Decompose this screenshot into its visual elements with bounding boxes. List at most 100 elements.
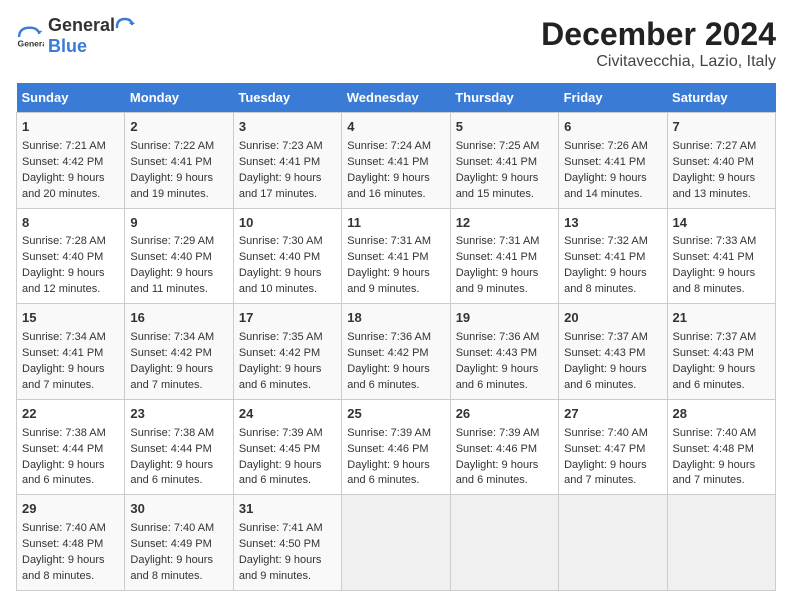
day-number: 5 (456, 118, 553, 137)
day-number: 16 (130, 309, 227, 328)
calendar-cell: 13Sunrise: 7:32 AMSunset: 4:41 PMDayligh… (559, 208, 667, 304)
calendar-cell: 28Sunrise: 7:40 AMSunset: 4:48 PMDayligh… (667, 399, 775, 495)
title-block: December 2024 Civitavecchia, Lazio, Ital… (541, 16, 776, 71)
day-number: 20 (564, 309, 661, 328)
day-number: 26 (456, 405, 553, 424)
cell-info: Daylight: 9 hours and 6 minutes. (239, 458, 336, 490)
calendar-cell: 29Sunrise: 7:40 AMSunset: 4:48 PMDayligh… (17, 495, 125, 591)
day-number: 29 (22, 500, 119, 519)
logo-text-blue: Blue (48, 36, 87, 56)
cell-info: Sunrise: 7:35 AM (239, 330, 336, 346)
cell-info: Daylight: 9 hours and 8 minutes. (22, 553, 119, 585)
cell-info: Daylight: 9 hours and 6 minutes. (22, 458, 119, 490)
calendar-cell: 10Sunrise: 7:30 AMSunset: 4:40 PMDayligh… (233, 208, 341, 304)
cell-info: Sunset: 4:41 PM (564, 250, 661, 266)
cell-info: Daylight: 9 hours and 6 minutes. (239, 362, 336, 394)
cell-info: Sunrise: 7:30 AM (239, 234, 336, 250)
cell-info: Sunrise: 7:21 AM (22, 139, 119, 155)
calendar-week-row: 15Sunrise: 7:34 AMSunset: 4:41 PMDayligh… (17, 304, 776, 400)
header-saturday: Saturday (667, 83, 775, 113)
cell-info: Sunset: 4:43 PM (673, 346, 770, 362)
cell-info: Daylight: 9 hours and 9 minutes. (347, 266, 444, 298)
cell-info: Daylight: 9 hours and 8 minutes. (564, 266, 661, 298)
cell-info: Sunrise: 7:31 AM (347, 234, 444, 250)
calendar-table: SundayMondayTuesdayWednesdayThursdayFrid… (16, 83, 776, 591)
cell-info: Daylight: 9 hours and 14 minutes. (564, 171, 661, 203)
cell-info: Sunrise: 7:23 AM (239, 139, 336, 155)
cell-info: Daylight: 9 hours and 6 minutes. (347, 362, 444, 394)
cell-info: Sunset: 4:41 PM (456, 250, 553, 266)
cell-info: Daylight: 9 hours and 20 minutes. (22, 171, 119, 203)
calendar-cell: 27Sunrise: 7:40 AMSunset: 4:47 PMDayligh… (559, 399, 667, 495)
calendar-cell: 26Sunrise: 7:39 AMSunset: 4:46 PMDayligh… (450, 399, 558, 495)
logo-icon: General (16, 23, 44, 51)
cell-info: Sunrise: 7:32 AM (564, 234, 661, 250)
logo-text-general: General (48, 16, 115, 37)
cell-info: Daylight: 9 hours and 6 minutes. (564, 362, 661, 394)
cell-info: Daylight: 9 hours and 6 minutes. (456, 458, 553, 490)
day-number: 11 (347, 214, 444, 233)
cell-info: Sunrise: 7:27 AM (673, 139, 770, 155)
calendar-week-row: 8Sunrise: 7:28 AMSunset: 4:40 PMDaylight… (17, 208, 776, 304)
cell-info: Daylight: 9 hours and 11 minutes. (130, 266, 227, 298)
day-number: 17 (239, 309, 336, 328)
cell-info: Sunrise: 7:40 AM (564, 426, 661, 442)
cell-info: Sunrise: 7:25 AM (456, 139, 553, 155)
cell-info: Daylight: 9 hours and 10 minutes. (239, 266, 336, 298)
cell-info: Sunrise: 7:26 AM (564, 139, 661, 155)
cell-info: Sunset: 4:41 PM (130, 155, 227, 171)
cell-info: Sunrise: 7:41 AM (239, 521, 336, 537)
cell-info: Sunrise: 7:24 AM (347, 139, 444, 155)
day-number: 24 (239, 405, 336, 424)
cell-info: Sunset: 4:48 PM (22, 537, 119, 553)
calendar-cell: 19Sunrise: 7:36 AMSunset: 4:43 PMDayligh… (450, 304, 558, 400)
header-wednesday: Wednesday (342, 83, 450, 113)
page-header: General General Blue December 2024 Civit… (16, 16, 776, 71)
calendar-cell (342, 495, 450, 591)
day-number: 31 (239, 500, 336, 519)
calendar-cell: 11Sunrise: 7:31 AMSunset: 4:41 PMDayligh… (342, 208, 450, 304)
cell-info: Sunset: 4:43 PM (564, 346, 661, 362)
day-number: 12 (456, 214, 553, 233)
cell-info: Sunset: 4:41 PM (564, 155, 661, 171)
cell-info: Daylight: 9 hours and 6 minutes. (673, 362, 770, 394)
day-number: 6 (564, 118, 661, 137)
cell-info: Sunset: 4:40 PM (130, 250, 227, 266)
cell-info: Sunrise: 7:22 AM (130, 139, 227, 155)
cell-info: Sunset: 4:42 PM (347, 346, 444, 362)
day-number: 1 (22, 118, 119, 137)
cell-info: Daylight: 9 hours and 6 minutes. (130, 458, 227, 490)
cell-info: Daylight: 9 hours and 7 minutes. (130, 362, 227, 394)
cell-info: Sunset: 4:42 PM (22, 155, 119, 171)
cell-info: Daylight: 9 hours and 6 minutes. (347, 458, 444, 490)
calendar-cell: 14Sunrise: 7:33 AMSunset: 4:41 PMDayligh… (667, 208, 775, 304)
cell-info: Sunset: 4:42 PM (130, 346, 227, 362)
calendar-cell: 22Sunrise: 7:38 AMSunset: 4:44 PMDayligh… (17, 399, 125, 495)
day-number: 28 (673, 405, 770, 424)
calendar-cell: 8Sunrise: 7:28 AMSunset: 4:40 PMDaylight… (17, 208, 125, 304)
calendar-cell (450, 495, 558, 591)
calendar-cell: 24Sunrise: 7:39 AMSunset: 4:45 PMDayligh… (233, 399, 341, 495)
cell-info: Sunset: 4:41 PM (456, 155, 553, 171)
cell-info: Sunset: 4:41 PM (673, 250, 770, 266)
calendar-cell: 30Sunrise: 7:40 AMSunset: 4:49 PMDayligh… (125, 495, 233, 591)
day-number: 18 (347, 309, 444, 328)
cell-info: Daylight: 9 hours and 8 minutes. (673, 266, 770, 298)
calendar-cell: 1 Sunrise: 7:21 AMSunset: 4:42 PMDaylight… (17, 113, 125, 209)
day-number: 23 (130, 405, 227, 424)
cell-info: Sunrise: 7:29 AM (130, 234, 227, 250)
day-number: 25 (347, 405, 444, 424)
cell-info: Sunrise: 7:36 AM (347, 330, 444, 346)
day-number: 22 (22, 405, 119, 424)
cell-info: Sunrise: 7:36 AM (456, 330, 553, 346)
cell-info: Daylight: 9 hours and 17 minutes. (239, 171, 336, 203)
calendar-week-row: 1Sunrise: 7:21 AMSunset: 4:42 PMDaylight… (17, 113, 776, 209)
day-number: 19 (456, 309, 553, 328)
calendar-cell: 6 Sunrise: 7:26 AMSunset: 4:41 PMDaylight… (559, 113, 667, 209)
calendar-cell: 12Sunrise: 7:31 AMSunset: 4:41 PMDayligh… (450, 208, 558, 304)
cell-info: Daylight: 9 hours and 16 minutes. (347, 171, 444, 203)
calendar-cell (559, 495, 667, 591)
calendar-cell: 5Sunrise: 7:25 AMSunset: 4:41 PMDaylight… (450, 113, 558, 209)
cell-info: Sunset: 4:41 PM (22, 346, 119, 362)
day-number: 14 (673, 214, 770, 233)
